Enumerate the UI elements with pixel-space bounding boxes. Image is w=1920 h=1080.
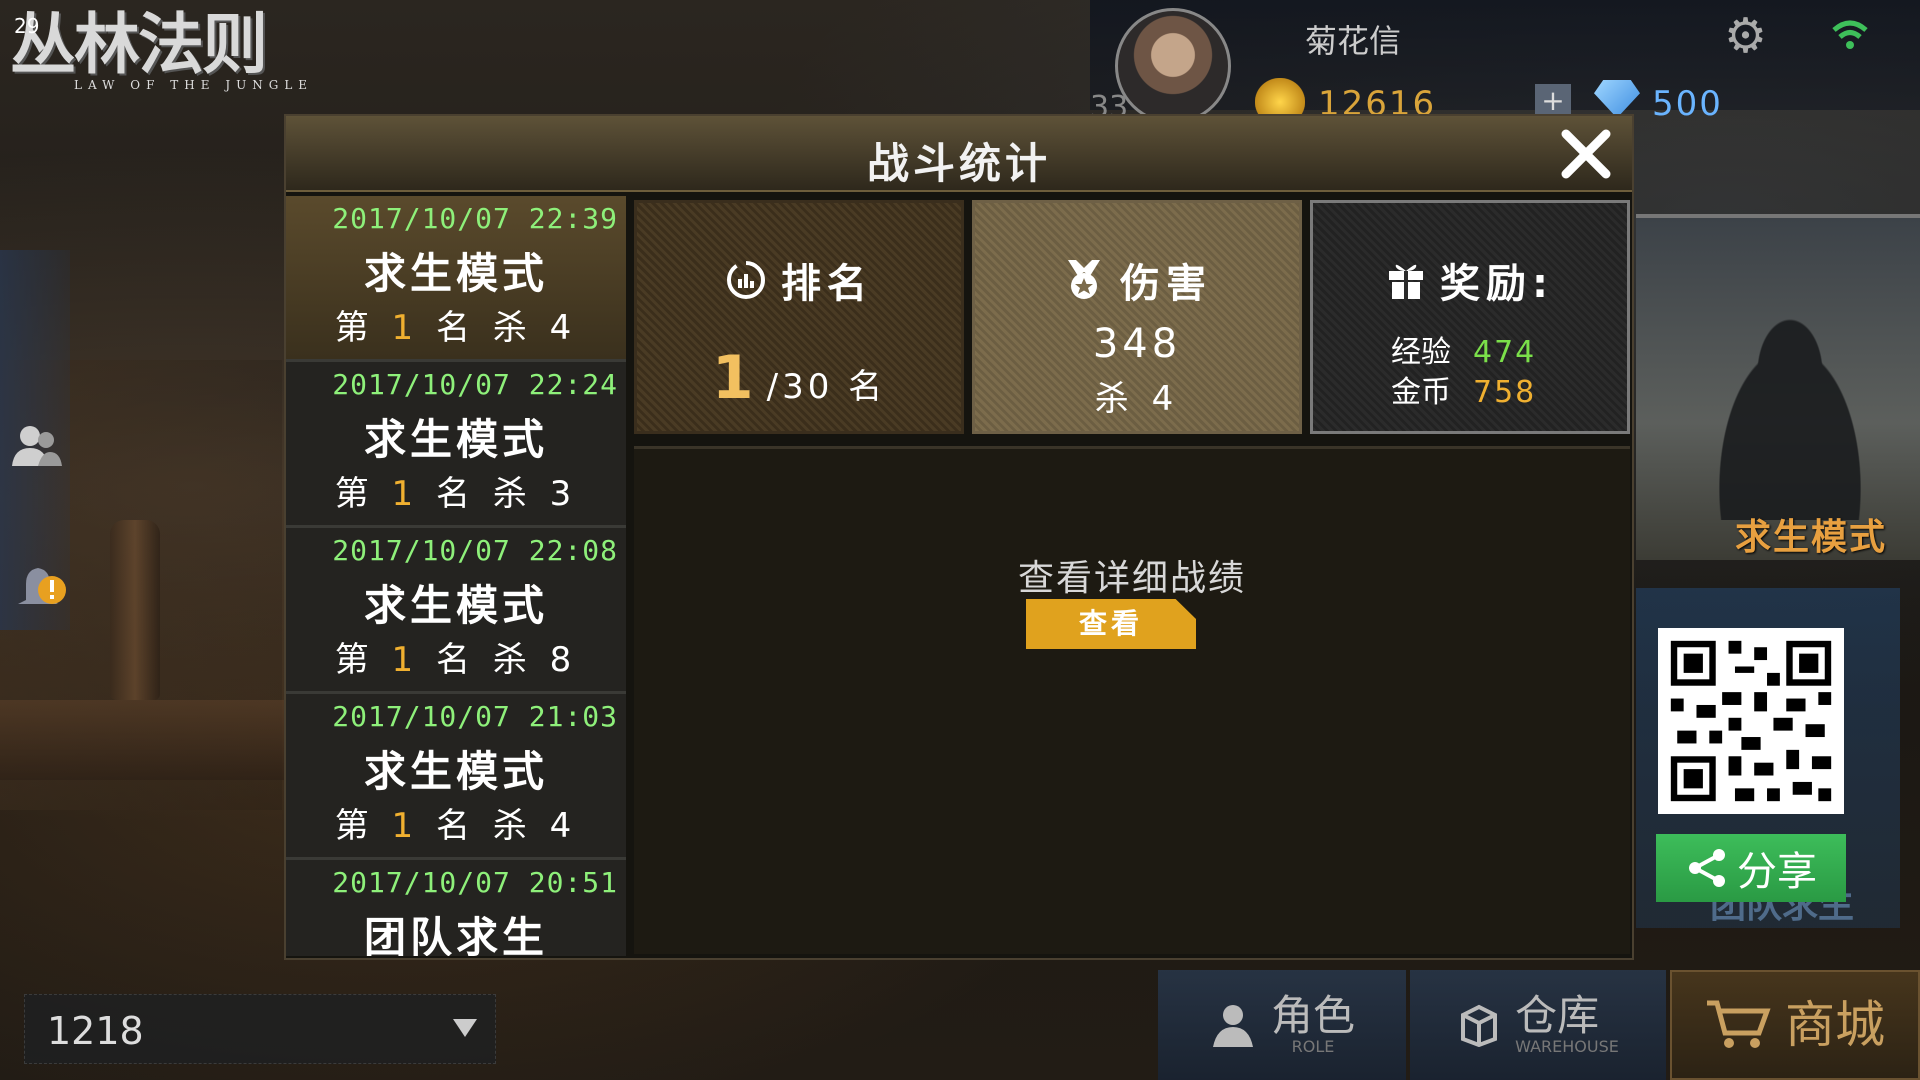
background-bottle (110, 520, 160, 700)
history-date: 2017/10/07 21:03 (332, 700, 618, 733)
nav-warehouse-button[interactable]: 仓库 WAREHOUSE (1410, 970, 1666, 1080)
rank-icon (727, 261, 765, 299)
cart-icon (1707, 1000, 1771, 1048)
nav-warehouse-label: 仓库 (1515, 990, 1600, 1040)
battle-history-list[interactable]: 2017/10/07 22:39 求生模式 第 1 名 杀 4 2017/10/… (286, 196, 626, 956)
dialog-header: 战斗统计 (286, 116, 1632, 192)
nav-role-button[interactable]: 角色 ROLE (1158, 970, 1406, 1080)
share-button[interactable]: 分享 (1656, 834, 1846, 902)
gear-icon[interactable]: ⚙ (1724, 12, 1767, 60)
diamond-amount: 500 (1652, 84, 1723, 124)
history-rank: 1 (391, 474, 420, 514)
add-currency-button[interactable]: + (1535, 84, 1571, 118)
history-date: 2017/10/07 20:51 (332, 866, 618, 899)
history-rank: 1 (391, 640, 420, 680)
rank-total: /30 名 (766, 367, 887, 407)
damage-panel: 伤害 348 杀 4 (972, 200, 1302, 434)
game-logo: 丛林法则 LAW OF THE JUNGLE (10, 4, 313, 92)
rank-value: 1 (711, 343, 754, 413)
reward-title: 奖励: (1440, 261, 1554, 307)
detail-area: 查看详细战绩 查看 (634, 446, 1630, 954)
history-kills: 4 (549, 806, 578, 846)
history-rank: 1 (391, 806, 420, 846)
nav-shop-label: 商城 (1785, 996, 1885, 1054)
battle-stats-dialog: 战斗统计 2017/10/07 22:39 求生模式 第 1 名 杀 4 201… (284, 114, 1634, 960)
share-label: 分享 (1737, 849, 1817, 895)
damage-kills: 杀 4 (1094, 379, 1180, 419)
gold-icon (1255, 78, 1305, 118)
history-date: 2017/10/07 22:39 (332, 202, 618, 235)
rank-title: 排名 (781, 261, 873, 307)
history-stats: 第 1 名 杀 4 (334, 308, 578, 348)
history-mode: 团队求生 (363, 913, 548, 956)
history-stats: 第 1 名 杀 4 (334, 806, 578, 846)
coin-row: 金币 758 (1391, 367, 1536, 411)
history-kills: 3 (549, 474, 578, 514)
history-item[interactable]: 2017/10/07 20:51 团队求生 (286, 860, 626, 956)
history-kills: 8 (549, 640, 578, 680)
medal-icon (1068, 260, 1100, 299)
history-date: 2017/10/07 22:08 (332, 534, 618, 567)
server-value: 1218 (47, 1009, 144, 1053)
history-kills: 4 (549, 308, 578, 348)
soldier-silhouette (1700, 310, 1880, 520)
history-mode: 求生模式 (363, 747, 548, 796)
server-select[interactable]: 1218 (24, 994, 496, 1064)
warehouse-icon (1461, 1004, 1498, 1047)
view-details-button[interactable]: 查看 (1026, 599, 1196, 649)
share-icon (1689, 849, 1725, 887)
player-name: 菊花信 (1305, 22, 1402, 60)
history-item[interactable]: 2017/10/07 22:08 求生模式 第 1 名 杀 8 (286, 528, 626, 694)
alert-icon[interactable] (12, 560, 68, 616)
caret-down-icon (453, 1019, 477, 1037)
gift-icon (1389, 264, 1423, 299)
damage-value: 348 (1092, 321, 1182, 367)
rank-panel: 排名 1 /30 名 (634, 200, 964, 434)
dialog-title: 战斗统计 (866, 139, 1051, 188)
damage-title: 伤害 (1120, 261, 1212, 307)
history-date: 2017/10/07 22:24 (332, 368, 618, 401)
qr-code (1658, 628, 1844, 814)
history-stats: 第 1 名 杀 8 (334, 640, 578, 680)
nav-role-label: 角色 (1270, 990, 1355, 1040)
friends-icon[interactable] (8, 420, 64, 472)
reward-panel: 奖励: 经验 474 金币 758 (1310, 200, 1630, 434)
history-rank: 1 (391, 308, 420, 348)
xp-label: 经验 (1391, 335, 1451, 370)
detail-label: 查看详细战绩 (1017, 558, 1246, 599)
coin-value: 758 (1473, 375, 1537, 410)
xp-row: 经验 474 (1391, 327, 1536, 371)
coin-label: 金币 (1391, 375, 1451, 410)
close-icon[interactable] (1558, 126, 1614, 182)
history-mode: 求生模式 (363, 249, 548, 298)
history-item[interactable]: 2017/10/07 22:24 求生模式 第 1 名 杀 3 (286, 362, 626, 528)
nav-warehouse-sub: WAREHOUSE (1515, 1036, 1619, 1056)
history-mode: 求生模式 (363, 415, 548, 464)
role-icon (1212, 1005, 1253, 1047)
logo-title: 丛林法则 (10, 5, 268, 83)
fps-counter: 29 (14, 14, 40, 38)
history-stats: 第 1 名 杀 3 (334, 474, 578, 514)
history-item[interactable]: 2017/10/07 21:03 求生模式 第 1 名 杀 4 (286, 694, 626, 860)
history-item[interactable]: 2017/10/07 22:39 求生模式 第 1 名 杀 4 (286, 196, 626, 362)
history-mode: 求生模式 (363, 581, 548, 630)
background-table (0, 700, 300, 780)
wifi-icon (1832, 20, 1868, 49)
xp-value: 474 (1473, 335, 1537, 370)
nav-shop-button[interactable]: 商城 (1670, 970, 1920, 1080)
player-avatar[interactable] (1115, 8, 1231, 124)
mode-label-survival: 求生模式 (1735, 517, 1888, 558)
